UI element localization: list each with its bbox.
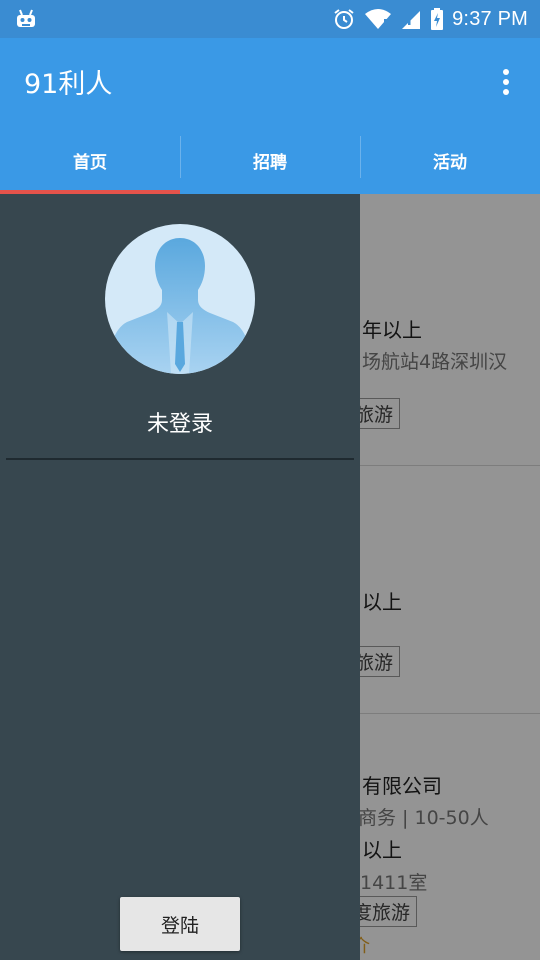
overflow-dot-icon — [503, 79, 509, 85]
avatar[interactable] — [105, 224, 255, 374]
alarm-icon — [334, 9, 354, 29]
login-status-label: 未登录 — [146, 412, 213, 437]
tab-label: 活动 — [433, 152, 467, 173]
status-time: 9:37 PM — [452, 7, 528, 30]
divider — [6, 458, 354, 460]
status-bar: 9:37 PM — [0, 0, 540, 38]
overflow-dot-icon — [503, 89, 509, 95]
login-button[interactable]: 登陆 — [120, 897, 240, 951]
overflow-dot-icon — [503, 69, 509, 75]
tab-label: 招聘 — [253, 152, 287, 173]
android-debug-icon — [17, 9, 35, 27]
tab-bar: 首页 招聘 活动 — [0, 126, 540, 194]
app-bar: 91利人 — [0, 38, 540, 126]
tab-label: 首页 — [73, 152, 107, 173]
tab-recruitment[interactable]: 招聘 — [180, 126, 360, 194]
navigation-drawer: 未登录 登陆 — [0, 194, 360, 960]
tab-activities[interactable]: 活动 — [360, 126, 540, 194]
battery-charging-icon — [431, 8, 444, 30]
app-title: 91利人 — [24, 69, 113, 100]
overflow-menu-button[interactable] — [492, 66, 520, 98]
cell-signal-icon — [402, 11, 421, 29]
tab-home[interactable]: 首页 — [0, 126, 180, 194]
wifi-icon — [365, 9, 392, 29]
user-silhouette-icon — [109, 238, 251, 374]
